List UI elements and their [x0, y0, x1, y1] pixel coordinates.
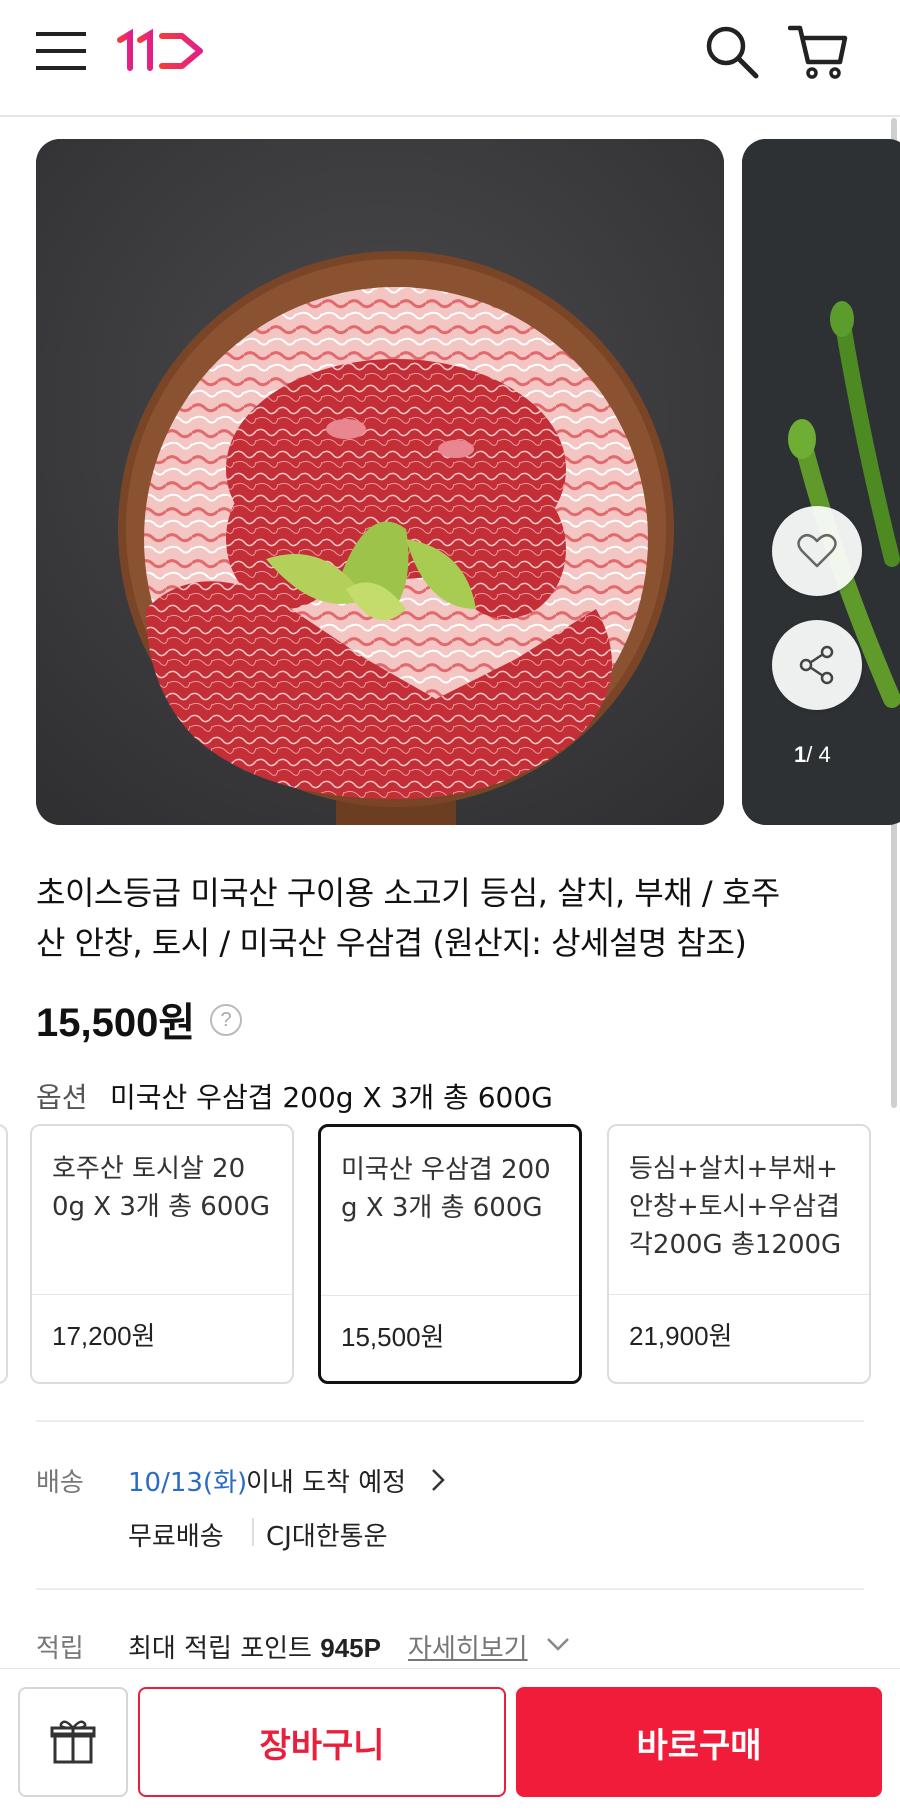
buy-now-button[interactable]: 바로구매	[516, 1687, 882, 1797]
delivery-separator	[252, 1518, 254, 1546]
option-card-name-line: 0g X 3개 총 600G	[52, 1192, 271, 1222]
points-text: 최대 적립 포인트 945P	[128, 1628, 381, 1665]
like-button[interactable]	[772, 506, 862, 596]
option-card[interactable]: 등심+살치+부채+ 안창+토시+우삼겹 각200G 총1200G 21,900원	[607, 1124, 871, 1384]
heart-icon	[797, 533, 837, 568]
option-card-selected[interactable]: 미국산 우삼겹 200 g X 3개 총 600G 15,500원	[318, 1124, 582, 1384]
share-icon	[799, 645, 834, 685]
delivery-date[interactable]: 10/13(화)	[128, 1462, 247, 1499]
add-to-cart-button[interactable]: 장바구니	[138, 1687, 506, 1797]
option-card-name: 호주산 토시살 20 0g X 3개 총 600G	[52, 1150, 276, 1226]
gift-button[interactable]	[18, 1687, 128, 1797]
points-more-link[interactable]: 자세히보기	[408, 1628, 528, 1665]
image-counter-total: / 4	[806, 742, 831, 767]
option-card-name-line: 미국산 우삼겹 200	[341, 1155, 551, 1185]
option-card-name-line: 호주산 토시살 20	[52, 1154, 246, 1184]
option-card-price: 21,900원	[629, 1321, 733, 1351]
points-amount: 945P	[320, 1633, 381, 1663]
product-title-line1: 초이스등급 미국산 구이용 소고기 등심, 살치, 부채 / 호주	[36, 874, 780, 912]
price-help-icon[interactable]: ?	[210, 1004, 242, 1036]
product-title: 초이스등급 미국산 구이용 소고기 등심, 살치, 부채 / 호주 산 안창, …	[36, 868, 856, 968]
logo[interactable]	[116, 28, 208, 74]
option-card[interactable]: 호주산 토시살 20 0g X 3개 총 600G 17,200원	[30, 1124, 294, 1384]
search-icon[interactable]	[704, 24, 760, 80]
share-button[interactable]	[772, 620, 862, 710]
points-label: 적립	[36, 1634, 84, 1664]
option-selected-value: 미국산 우삼겹 200g X 3개 총 600G	[110, 1081, 553, 1114]
product-next-image[interactable]	[742, 139, 900, 825]
delivery-text[interactable]: 이내 도착 예정	[246, 1462, 406, 1499]
option-card-price: 15,500원	[341, 1322, 445, 1352]
section-divider	[36, 1420, 864, 1422]
option-card-divider	[32, 1294, 292, 1295]
option-card-name: 등심+살치+부채+ 안창+토시+우삼겹 각200G 총1200G	[629, 1150, 853, 1264]
product-photo-meat-platter	[36, 139, 724, 825]
option-card-name-line: 등심+살치+부채+	[629, 1154, 838, 1184]
delivery-carrier: CJ대한통운	[266, 1522, 388, 1552]
product-main-image[interactable]	[36, 139, 724, 825]
gift-icon	[50, 1720, 96, 1764]
product-price: 15,500원	[36, 1001, 196, 1045]
option-card-name-line: 안창+토시+우삼겹	[629, 1192, 841, 1222]
points-text-prefix: 최대 적립 포인트	[128, 1634, 321, 1664]
option-label: 옵션	[36, 1081, 88, 1114]
option-card-price: 17,200원	[52, 1321, 156, 1351]
cart-icon[interactable]	[788, 22, 848, 82]
delivery-label: 배송	[36, 1468, 84, 1498]
option-card-name-line: g X 3개 총 600G	[341, 1193, 543, 1223]
image-counter-current: 1	[794, 742, 807, 767]
chevron-right-icon[interactable]	[430, 1468, 446, 1492]
option-card-divider	[609, 1294, 869, 1295]
product-title-line2: 산 안창, 토시 / 미국산 우삼겹 (원산지: 상세설명 참조)	[36, 924, 747, 962]
option-card-name: 미국산 우삼겹 200 g X 3개 총 600G	[341, 1151, 563, 1227]
option-card-prev[interactable]	[0, 1124, 8, 1384]
product-photo-asparagus	[742, 139, 900, 825]
hamburger-menu-icon[interactable]	[36, 28, 86, 74]
bottom-action-bar: 장바구니 바로구매	[0, 1668, 900, 1816]
image-counter: 1/ 4	[794, 742, 831, 768]
app-header	[0, 0, 900, 117]
option-card-name-line: 각200G 총1200G	[629, 1230, 842, 1260]
chevron-down-icon[interactable]	[546, 1636, 570, 1652]
section-divider	[36, 1588, 864, 1590]
free-shipping-text: 무료배송	[128, 1522, 224, 1552]
option-card-divider	[321, 1295, 579, 1296]
